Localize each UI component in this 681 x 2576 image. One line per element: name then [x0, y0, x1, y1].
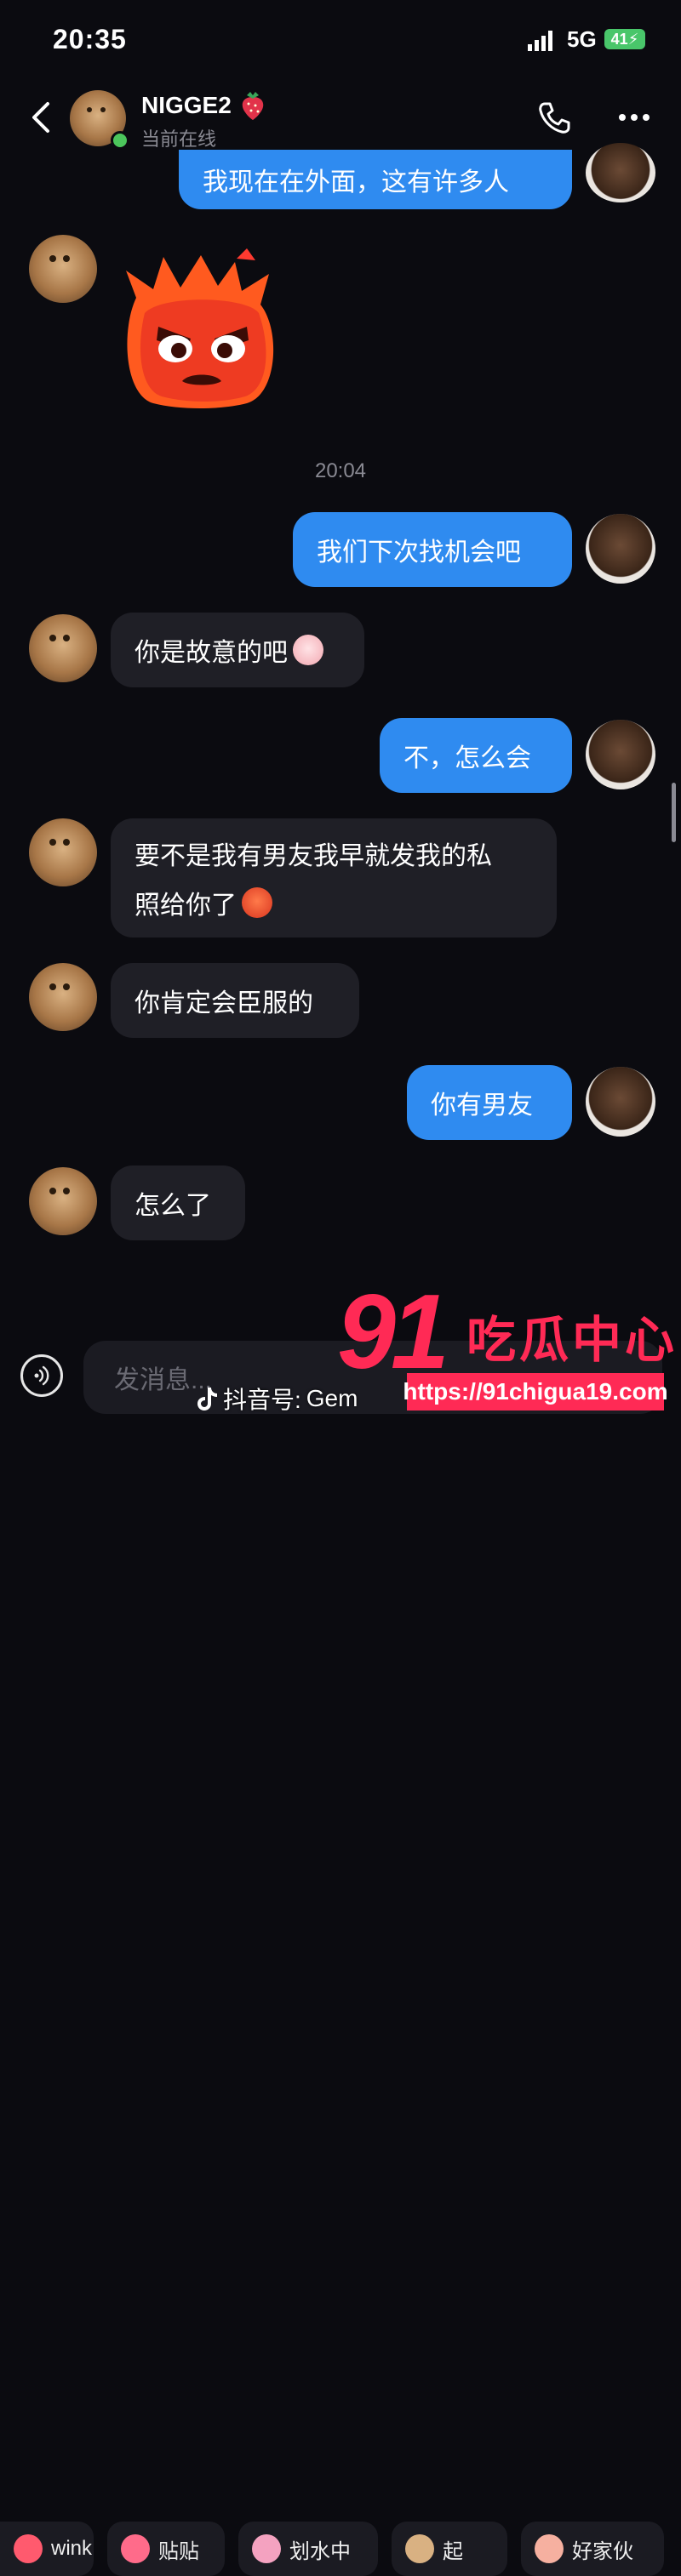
sticker-chip-qi[interactable]: 起	[392, 2522, 507, 2576]
site-url: https://91chigua19.com	[403, 1373, 668, 1411]
site-logo-text: 吃瓜中心	[466, 1313, 678, 1368]
contact-avatar[interactable]	[29, 963, 97, 1031]
message-bubble-outgoing[interactable]: 我现在在外面，这有许多人	[179, 150, 572, 209]
message-text: 我现在在外面，这有许多人	[203, 168, 509, 197]
message-bubble-incoming[interactable]: 要不是我有男友我早就发我的私 照给你了	[111, 818, 557, 938]
message-text: 我们下次找机会吧	[317, 539, 521, 567]
contact-avatar[interactable]	[29, 614, 97, 682]
shy-face-icon	[293, 635, 323, 665]
sticker-chip-huashui[interactable]: 划水中	[238, 2522, 378, 2576]
sticker-label: wink	[51, 2537, 93, 2560]
message-bubble-outgoing[interactable]: 你有男友	[407, 1065, 572, 1140]
voice-input-button[interactable]	[20, 1354, 63, 1397]
sticker-icon	[405, 2534, 434, 2563]
contact-name[interactable]: NIGGE2	[141, 92, 232, 119]
angry-face-icon	[242, 887, 272, 918]
status-bar: 20:35 5G 41 ⚡	[0, 0, 681, 82]
sticker-chip-wink[interactable]: wink	[0, 2522, 94, 2576]
message-bubble-incoming[interactable]: 你是故意的吧	[111, 613, 364, 687]
message-text-line1: 要不是我有男友我早就发我的私	[134, 842, 492, 870]
my-avatar[interactable]	[586, 1067, 655, 1137]
scrollbar[interactable]	[672, 783, 676, 842]
message-text: 你肯定会臣服的	[134, 989, 313, 1017]
sticker-label: 好家伙	[572, 2539, 633, 2563]
surprised-sticker-icon	[535, 2534, 564, 2563]
message-bubble-outgoing[interactable]: 不，怎么会	[380, 718, 572, 793]
message-text: 怎么了	[134, 1192, 211, 1220]
douyin-logo-icon	[197, 1388, 217, 1411]
phone-call-icon[interactable]	[536, 100, 572, 136]
contact-avatar[interactable]	[29, 818, 97, 886]
sticker-label: 起	[443, 2539, 463, 2563]
message-bubble-incoming[interactable]: 你肯定会臣服的	[111, 963, 359, 1038]
voice-wave-icon	[34, 1365, 49, 1386]
contact-avatar[interactable]	[29, 235, 97, 303]
douyin-label: 抖音号:	[223, 1387, 301, 1413]
message-bubble-outgoing[interactable]: 我们下次找机会吧	[293, 512, 572, 587]
contact-avatar[interactable]	[29, 1167, 97, 1235]
hug-sticker-icon	[121, 2534, 150, 2563]
sticker-chip-tietie[interactable]: 贴贴	[107, 2522, 225, 2576]
angry-sticker-icon	[126, 248, 274, 408]
battery-level: 41	[610, 30, 628, 48]
network-type: 5G	[567, 26, 597, 52]
wink-sticker-icon	[14, 2534, 43, 2563]
chat-timestamp: 20:04	[314, 459, 367, 482]
battery-icon: 41 ⚡	[604, 29, 645, 49]
message-text: 你是故意的吧	[134, 639, 288, 667]
status-time: 20:35	[53, 24, 127, 54]
more-options-icon[interactable]	[618, 112, 650, 123]
message-text-line2: 照给你了	[134, 892, 237, 920]
my-avatar[interactable]	[586, 720, 655, 789]
online-status: 当前在线	[141, 128, 217, 150]
back-arrow-icon[interactable]	[29, 100, 54, 134]
sticker-label: 划水中	[289, 2539, 351, 2563]
site-logo-number: 91	[337, 1274, 449, 1391]
douyin-watermark: 抖音号: Gem	[196, 1382, 358, 1416]
sticker-label: 贴贴	[158, 2539, 199, 2563]
my-avatar[interactable]	[586, 514, 655, 584]
online-indicator	[111, 131, 129, 150]
message-text: 你有男友	[431, 1091, 533, 1120]
signal-icon	[528, 31, 552, 51]
message-bubble-incoming[interactable]: 怎么了	[111, 1165, 245, 1240]
sticker-chip-haojiahuo[interactable]: 好家伙	[521, 2522, 664, 2576]
message-text: 不，怎么会	[403, 744, 531, 772]
swim-sticker-icon	[252, 2534, 281, 2563]
strawberry-icon	[242, 92, 264, 120]
my-avatar[interactable]	[586, 143, 655, 202]
